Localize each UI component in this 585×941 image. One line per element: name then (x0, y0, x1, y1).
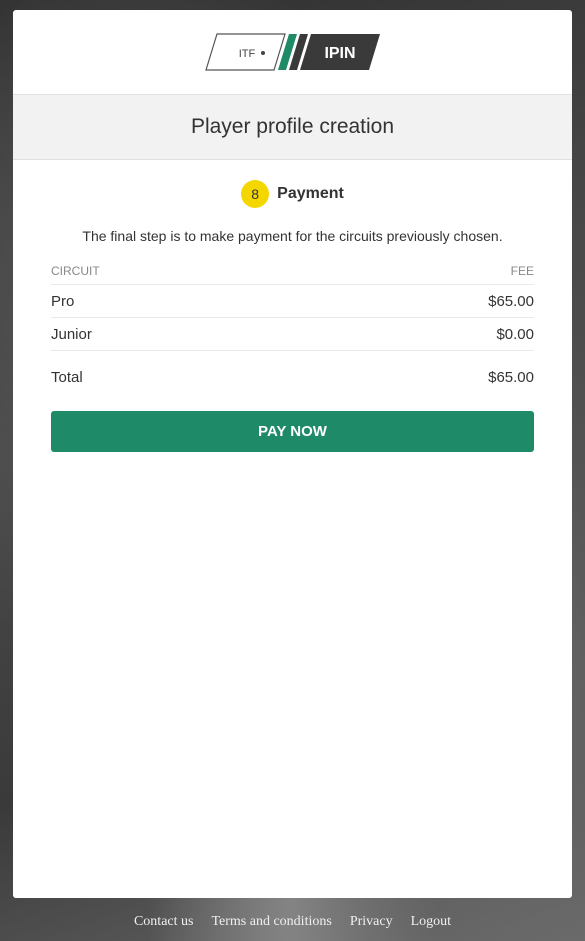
logo-ipin-text: IPIN (324, 45, 355, 62)
fee-table: CIRCUIT FEE Pro $65.00 Junior $0.00 Tota… (51, 264, 534, 403)
circuit-cell: Junior (51, 325, 92, 343)
footer-link-logout[interactable]: Logout (411, 914, 451, 930)
footer-links: Contact us Terms and conditions Privacy … (0, 914, 585, 930)
table-row: Pro $65.00 (51, 285, 534, 318)
itf-ipin-logo: ITF IPIN (204, 33, 381, 71)
circuit-cell: Pro (51, 292, 75, 310)
fee-cell: $0.00 (496, 325, 534, 343)
logo-mark: ITF IPIN (204, 33, 380, 71)
column-header-fee: FEE (510, 264, 534, 278)
pay-now-button[interactable]: PAY NOW (51, 411, 534, 452)
step-number-badge: 8 (241, 180, 270, 208)
total-value: $65.00 (488, 368, 534, 386)
step-indicator: 8 Payment (13, 180, 572, 208)
title-bar: Player profile creation (13, 95, 572, 160)
column-header-circuit: CIRCUIT (51, 264, 100, 278)
step-label: Payment (277, 185, 344, 202)
logo-itf-text: ITF (238, 48, 255, 60)
profile-card: ITF IPIN Player profile creation 8 Payme… (13, 10, 572, 898)
footer-link-privacy[interactable]: Privacy (350, 914, 393, 930)
page-title: Player profile creation (190, 115, 395, 138)
footer-link-contact[interactable]: Contact us (134, 914, 194, 930)
footer-link-terms[interactable]: Terms and conditions (211, 914, 331, 930)
intro-text: The final step is to make payment for th… (82, 228, 503, 244)
fee-cell: $65.00 (488, 292, 534, 310)
total-row: Total $65.00 (51, 351, 534, 403)
total-label: Total (51, 368, 83, 386)
table-row: Junior $0.00 (51, 318, 534, 351)
logo-bar: ITF IPIN (13, 10, 572, 95)
table-header: CIRCUIT FEE (51, 264, 534, 285)
